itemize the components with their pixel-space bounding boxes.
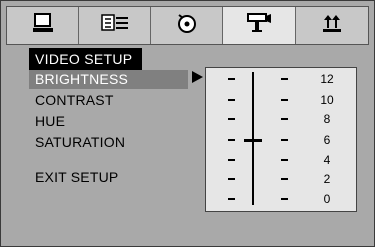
level-label: 10 xyxy=(320,93,334,107)
level-tick xyxy=(228,99,235,101)
general-setup-tab[interactable] xyxy=(7,7,78,44)
level-label: 0 xyxy=(323,192,331,206)
menu-item-exit-setup[interactable]: EXIT SETUP xyxy=(29,168,189,187)
level-label: 6 xyxy=(323,133,331,147)
video-camera-icon xyxy=(246,12,272,39)
setup-tab-bar xyxy=(6,6,369,45)
level-tick xyxy=(281,78,288,80)
level-label: 4 xyxy=(323,153,331,167)
level-label: 8 xyxy=(323,112,331,126)
speaker-disc-icon xyxy=(176,12,198,39)
monitor-icon xyxy=(32,12,54,39)
menu-item-hue[interactable]: HUE xyxy=(29,112,189,131)
menu-item-saturation[interactable]: SATURATION xyxy=(29,133,189,152)
selection-arrow-icon xyxy=(192,71,203,83)
audio-setup-tab[interactable] xyxy=(151,7,222,44)
level-tick xyxy=(228,159,235,161)
level-tick xyxy=(228,118,235,120)
level-tick xyxy=(228,178,235,180)
video-setup-screen: VIDEO SETUP BRIGHTNESS CONTRAST HUE SATU… xyxy=(0,0,375,247)
level-slider-panel[interactable]: 12 10 8 6 4 2 0 xyxy=(205,67,357,212)
menu-item-brightness[interactable]: BRIGHTNESS xyxy=(29,70,188,89)
sort-arrows-icon xyxy=(322,13,342,38)
level-tick xyxy=(228,78,235,80)
level-tick xyxy=(281,198,288,200)
level-tick xyxy=(281,99,288,101)
video-setup-tab[interactable] xyxy=(223,7,295,44)
level-tick xyxy=(281,118,288,120)
menu-title: VIDEO SETUP xyxy=(29,48,142,70)
language-setup-tab[interactable] xyxy=(79,7,150,44)
level-tick xyxy=(228,198,235,200)
level-tick xyxy=(281,139,288,141)
preference-setup-tab[interactable] xyxy=(296,7,368,44)
language-icon xyxy=(100,14,129,37)
level-tick xyxy=(281,159,288,161)
level-label: 2 xyxy=(323,172,331,186)
menu-item-contrast[interactable]: CONTRAST xyxy=(29,91,189,110)
level-label: 12 xyxy=(320,72,334,86)
level-tick xyxy=(228,139,235,141)
slider-handle[interactable] xyxy=(244,139,262,142)
level-tick xyxy=(281,178,288,180)
